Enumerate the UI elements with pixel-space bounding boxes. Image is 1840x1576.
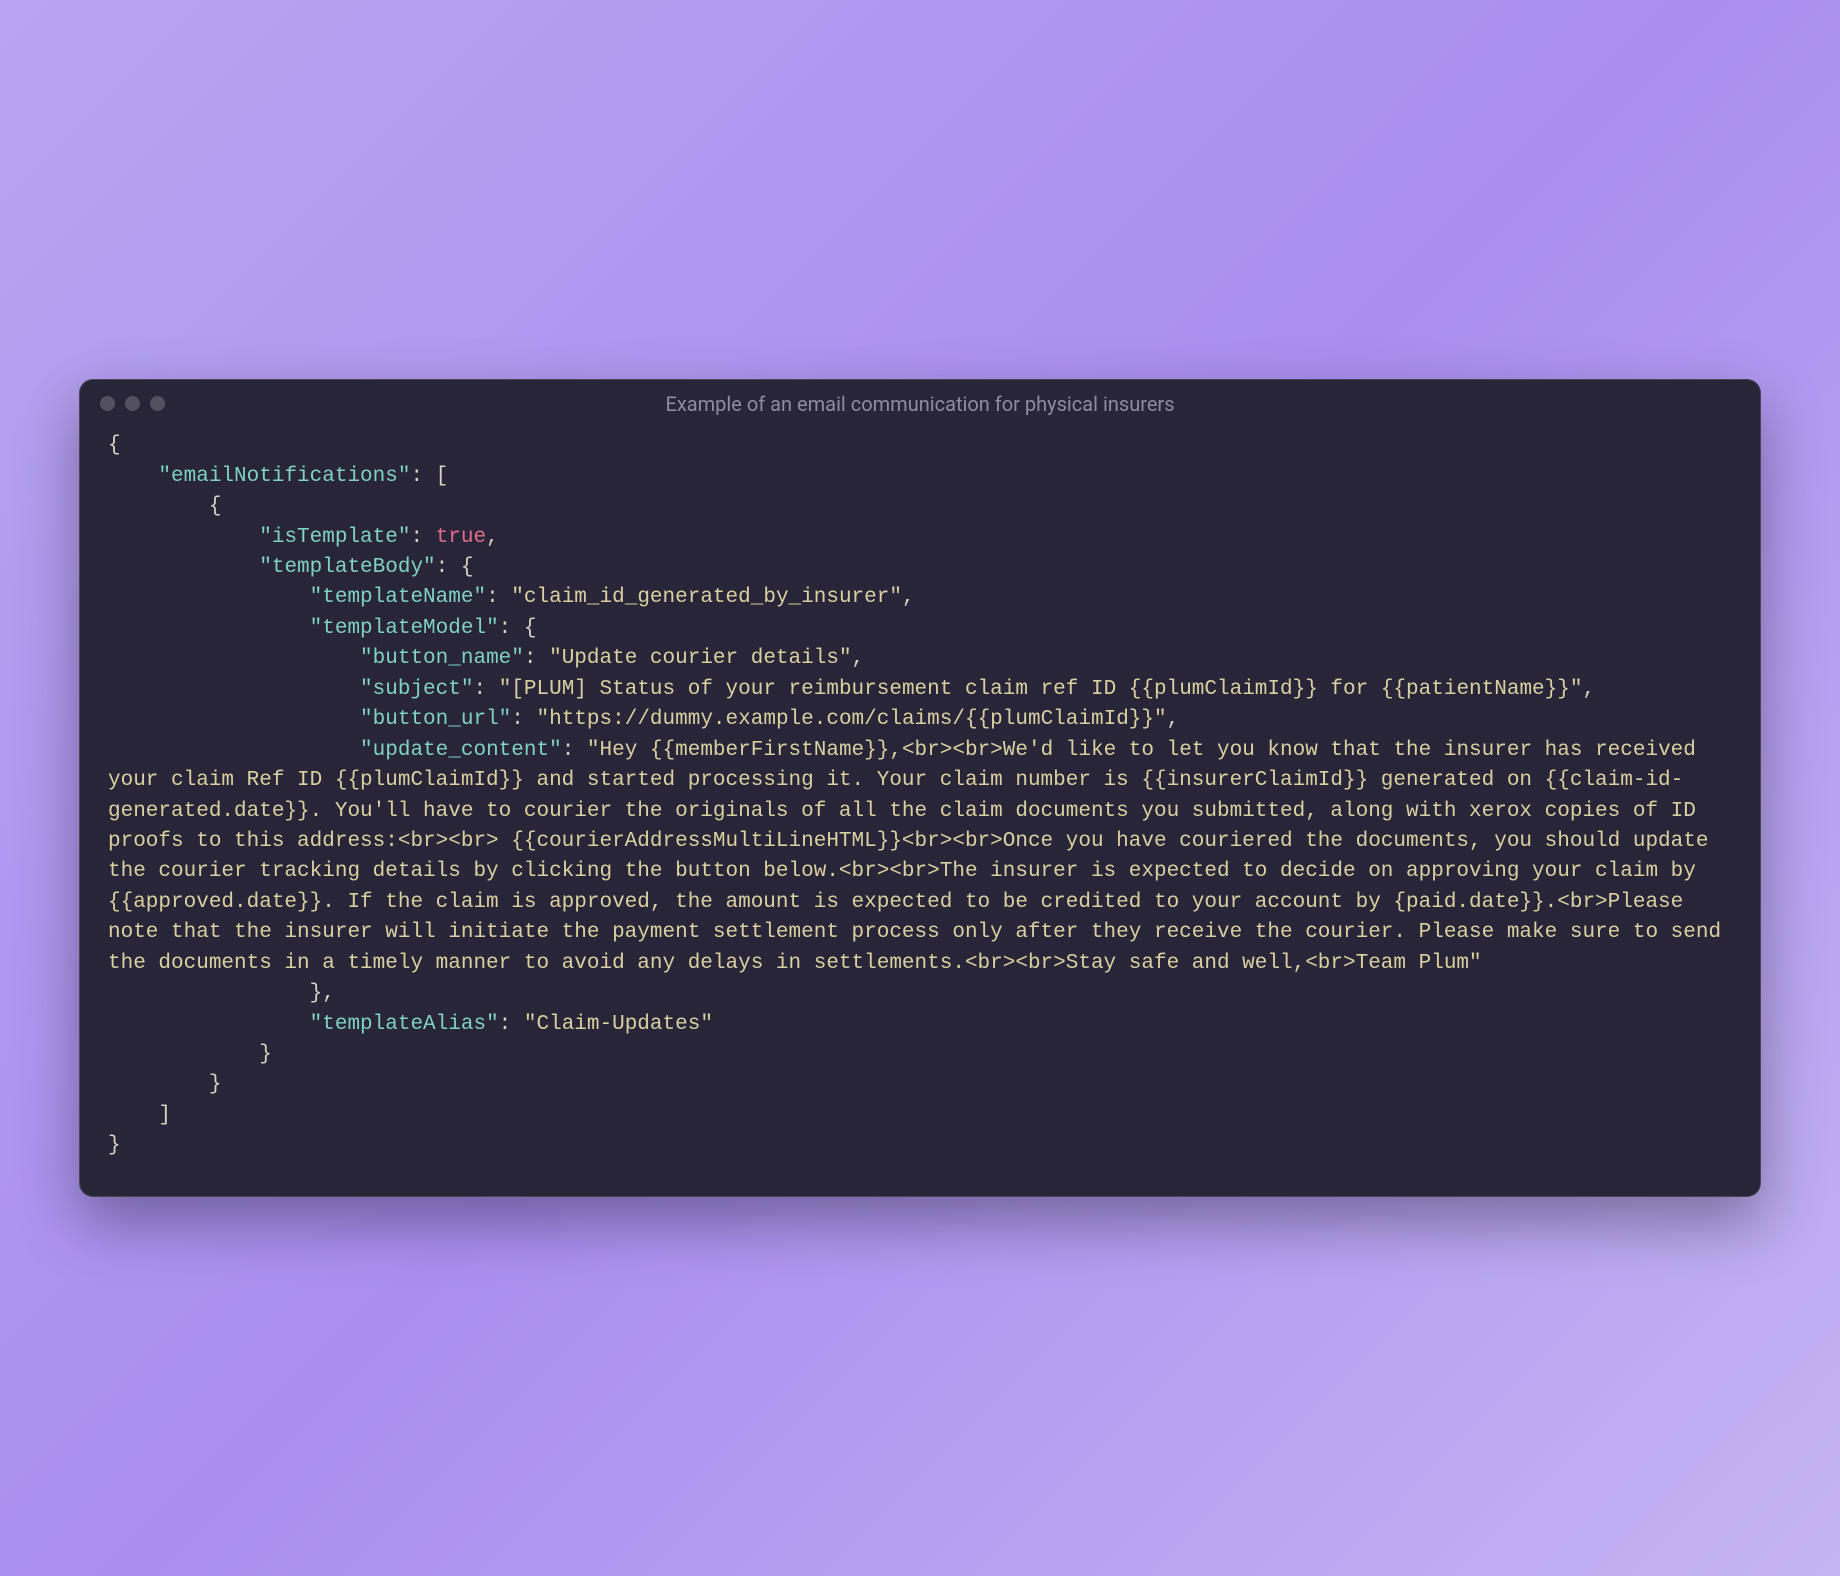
code-line: }	[108, 1070, 1732, 1100]
code-line: "templateModel": {	[108, 614, 1732, 644]
code-window: Example of an email communication for ph…	[79, 379, 1761, 1197]
token-key: "button_name"	[360, 647, 524, 670]
token-punc: :	[486, 586, 511, 609]
token-str: "Update courier details"	[549, 647, 851, 670]
token-key: "update_content"	[360, 739, 562, 762]
token-punc: ,	[1167, 708, 1180, 731]
token-punc: : {	[436, 556, 474, 579]
traffic-minimize-icon[interactable]	[125, 396, 140, 411]
token-key: "templateAlias"	[310, 1013, 499, 1036]
token-punc: : [	[410, 465, 448, 488]
code-line: "templateName": "claim_id_generated_by_i…	[108, 583, 1732, 613]
code-line: "isTemplate": true,	[108, 523, 1732, 553]
token-str: "Claim-Updates"	[524, 1013, 713, 1036]
token-punc: :	[473, 678, 498, 701]
token-punc: ,	[902, 586, 915, 609]
token-key: "subject"	[360, 678, 473, 701]
traffic-lights	[100, 396, 165, 411]
token-punc: : {	[499, 617, 537, 640]
token-punc: :	[511, 708, 536, 731]
code-line: },	[108, 979, 1732, 1009]
token-key: "button_url"	[360, 708, 511, 731]
token-punc: }	[108, 1134, 121, 1157]
code-line: "button_url": "https://dummy.example.com…	[108, 705, 1732, 735]
token-str: "Hey {{memberFirstName}},<br><br>We'd li…	[108, 739, 1734, 975]
token-punc: },	[310, 982, 335, 1005]
token-bool: true	[436, 526, 486, 549]
token-punc: ,	[852, 647, 865, 670]
token-punc: ]	[158, 1104, 171, 1127]
code-line: "templateAlias": "Claim-Updates"	[108, 1010, 1732, 1040]
token-punc: {	[108, 434, 121, 457]
token-key: "templateModel"	[310, 617, 499, 640]
code-line: ]	[108, 1101, 1732, 1131]
code-line: "subject": "[PLUM] Status of your reimbu…	[108, 675, 1732, 705]
token-key: "emailNotifications"	[158, 465, 410, 488]
token-punc: :	[499, 1013, 524, 1036]
code-line: {	[108, 492, 1732, 522]
token-punc: :	[562, 739, 587, 762]
token-punc: {	[209, 495, 222, 518]
token-str: "https://dummy.example.com/claims/{{plum…	[537, 708, 1167, 731]
code-line: "emailNotifications": [	[108, 462, 1732, 492]
code-line: }	[108, 1131, 1732, 1161]
code-block[interactable]: { "emailNotifications": [ { "isTemplate"…	[80, 421, 1760, 1196]
token-key: "templateBody"	[259, 556, 435, 579]
code-line: "button_name": "Update courier details",	[108, 644, 1732, 674]
code-line: "update_content": "Hey {{memberFirstName…	[108, 736, 1732, 980]
token-punc: }	[259, 1043, 272, 1066]
traffic-zoom-icon[interactable]	[150, 396, 165, 411]
code-line: {	[108, 431, 1732, 461]
token-punc: }	[209, 1073, 222, 1096]
code-line: "templateBody": {	[108, 553, 1732, 583]
token-punc: ,	[1582, 678, 1595, 701]
token-str: "claim_id_generated_by_insurer"	[511, 586, 902, 609]
code-line: }	[108, 1040, 1732, 1070]
window-title: Example of an email communication for ph…	[80, 392, 1760, 416]
token-key: "templateName"	[310, 586, 486, 609]
traffic-close-icon[interactable]	[100, 396, 115, 411]
window-titlebar: Example of an email communication for ph…	[80, 380, 1760, 421]
token-punc: :	[524, 647, 549, 670]
token-key: "isTemplate"	[259, 526, 410, 549]
token-punc: ,	[486, 526, 499, 549]
token-punc: :	[410, 526, 435, 549]
token-str: "[PLUM] Status of your reimbursement cla…	[499, 678, 1583, 701]
